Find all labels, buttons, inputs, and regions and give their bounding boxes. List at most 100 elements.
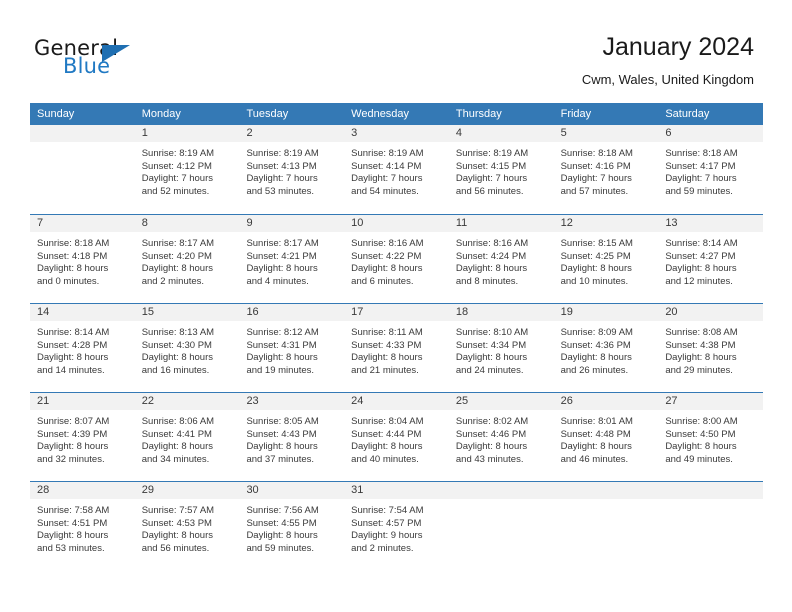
day-number: 27 [665, 395, 678, 407]
logo-text-blue: Blue [63, 54, 111, 78]
day-number-band: 20 [658, 304, 764, 322]
day-number: 9 [246, 217, 253, 229]
calendar-week-row: 7 Sunrise: 8:18 AM Sunset: 4:18 PM Daylight… [30, 214, 764, 303]
calendar-day-cell[interactable]: 4 Sunrise: 8:19 AM Sunset: 4:15 PM Daylight… [448, 125, 554, 214]
day-info-line: Sunset: 4:14 PM [351, 160, 422, 172]
calendar-day-cell[interactable]: 15 Sunrise: 8:13 AM Sunset: 4:30 PM Dayligh… [134, 304, 240, 392]
day-info-line: and 37 minutes. [246, 453, 315, 465]
calendar-day-cell[interactable]: 10 Sunrise: 8:16 AM Sunset: 4:22 PM Dayligh… [344, 215, 449, 303]
day-info-line: and 53 minutes. [37, 542, 105, 554]
day-info-line: and 49 minutes. [665, 453, 733, 465]
day-info-line: Sunset: 4:46 PM [455, 428, 527, 440]
day-sun-info: Sunrise: 8:17 AM Sunset: 4:20 PM Daylight:… [135, 233, 240, 288]
weekday-header-sunday: Sunday [37, 108, 75, 120]
calendar-day-cell[interactable]: 13 Sunrise: 8:14 AM Sunset: 4:27 PM Dayligh… [658, 215, 764, 303]
calendar-day-cell[interactable]: 27 Sunrise: 8:00 AM Sunset: 4:50 PM Dayligh… [658, 393, 764, 481]
day-number: 18 [455, 306, 469, 318]
calendar-page: General Blue January 2024 Cwm, Wales, Un… [0, 0, 792, 612]
day-number-band: 28 [30, 482, 135, 500]
day-info-line: Daylight: 7 hours [246, 173, 318, 185]
calendar-day-cell[interactable]: 6 Sunrise: 8:18 AM Sunset: 4:17 PM Daylight… [658, 125, 764, 214]
day-number-band: 9 [239, 215, 345, 233]
calendar-day-cell[interactable]: 1 Sunrise: 8:19 AM Sunset: 4:12 PM Daylight… [134, 125, 240, 214]
general-blue-logo[interactable]: General Blue [34, 36, 264, 86]
day-info-line: Sunset: 4:53 PM [141, 517, 212, 529]
day-info-line: Sunset: 4:22 PM [351, 250, 422, 262]
weekday-header-monday: Monday [141, 108, 181, 120]
day-info-line: Daylight: 7 hours [560, 173, 632, 185]
day-sun-info: Sunrise: 8:06 AM Sunset: 4:41 PM Daylight:… [135, 411, 240, 466]
calendar-day-cell[interactable]: 14 Sunrise: 8:14 AM Sunset: 4:28 PM Dayligh… [30, 304, 135, 392]
calendar-day-cell[interactable]: 7 Sunrise: 8:18 AM Sunset: 4:18 PM Daylight… [30, 215, 135, 303]
calendar-day-cell[interactable]: 2 Sunrise: 8:19 AM Sunset: 4:13 PM Daylight… [239, 125, 345, 214]
day-info-line: and 2 minutes. [141, 275, 205, 287]
calendar-week-row: 14 Sunrise: 8:14 AM Sunset: 4:28 PM Dayligh… [30, 303, 764, 392]
calendar-day-cell[interactable]: 16 Sunrise: 8:12 AM Sunset: 4:31 PM Dayligh… [239, 304, 345, 392]
calendar-day-cell[interactable]: 20 Sunrise: 8:08 AM Sunset: 4:38 PM Dayligh… [658, 304, 764, 392]
calendar-day-cell[interactable]: 9 Sunrise: 8:17 AM Sunset: 4:21 PM Daylight… [239, 215, 345, 303]
day-info-line: and 46 minutes. [560, 453, 629, 465]
calendar-day-cell[interactable]: 30 Sunrise: 7:56 AM Sunset: 4:55 PM Dayligh… [239, 482, 345, 570]
calendar-day-cell[interactable]: 28 Sunrise: 7:58 AM Sunset: 4:51 PM Dayligh… [30, 482, 135, 570]
day-number: 23 [246, 395, 259, 407]
calendar-day-cell[interactable]: 8 Sunrise: 8:17 AM Sunset: 4:20 PM Daylight… [134, 215, 240, 303]
day-info-line: Daylight: 8 hours [141, 263, 214, 275]
day-number-band: 10 [344, 215, 449, 233]
day-info-line: Sunset: 4:17 PM [665, 160, 736, 172]
calendar-day-cell[interactable]: 12 Sunrise: 8:15 AM Sunset: 4:25 PM Dayligh… [553, 215, 659, 303]
day-number: 31 [351, 484, 364, 496]
day-info-line: Sunrise: 8:05 AM [246, 416, 319, 427]
day-info-line: Sunrise: 7:56 AM [246, 505, 319, 516]
calendar-day-cell[interactable]: 23 Sunrise: 8:05 AM Sunset: 4:43 PM Dayligh… [239, 393, 345, 481]
calendar-day-cell[interactable]: 25 Sunrise: 8:02 AM Sunset: 4:46 PM Dayligh… [448, 393, 554, 481]
calendar-weeks: 1 Sunrise: 8:19 AM Sunset: 4:12 PM Daylight… [30, 125, 764, 570]
day-number: 14 [37, 306, 50, 318]
day-info-line: and 34 minutes. [141, 453, 210, 465]
day-number-band: 27 [658, 393, 764, 411]
day-number: 12 [560, 217, 573, 229]
day-sun-info: Sunrise: 8:10 AM Sunset: 4:34 PM Daylight:… [449, 322, 554, 377]
day-number-band: 21 [30, 393, 135, 411]
day-info-line: Daylight: 8 hours [665, 263, 737, 275]
day-info-line: Sunset: 4:36 PM [560, 339, 631, 351]
day-info-line: Daylight: 8 hours [37, 352, 109, 364]
day-number-band: 12 [553, 215, 659, 233]
calendar-day-cell[interactable]: 26 Sunrise: 8:01 AM Sunset: 4:48 PM Dayligh… [553, 393, 659, 481]
calendar-day-cell[interactable]: 19 Sunrise: 8:09 AM Sunset: 4:36 PM Dayligh… [553, 304, 659, 392]
day-info-line: and 59 minutes. [665, 185, 733, 197]
calendar-day-cell[interactable]: 24 Sunrise: 8:04 AM Sunset: 4:44 PM Dayligh… [344, 393, 449, 481]
day-number: 10 [351, 217, 364, 229]
day-info-line: Sunset: 4:57 PM [351, 517, 422, 529]
day-sun-info: Sunrise: 8:18 AM Sunset: 4:17 PM Daylight:… [658, 143, 763, 198]
day-info-line: Sunrise: 8:17 AM [246, 238, 319, 249]
calendar-day-cell[interactable]: 31 Sunrise: 7:54 AM Sunset: 4:57 PM Dayligh… [344, 482, 449, 570]
calendar-day-cell[interactable]: 22 Sunrise: 8:06 AM Sunset: 4:41 PM Dayligh… [134, 393, 240, 481]
calendar-day-cell[interactable]: 11 Sunrise: 8:16 AM Sunset: 4:24 PM Dayligh… [448, 215, 554, 303]
day-sun-info: Sunrise: 8:19 AM Sunset: 4:12 PM Daylight:… [135, 143, 240, 198]
day-info-line: Sunrise: 8:19 AM [455, 148, 529, 159]
calendar-day-cell[interactable]: 29 Sunrise: 7:57 AM Sunset: 4:53 PM Dayligh… [134, 482, 240, 570]
day-info-line: and 14 minutes. [37, 364, 105, 376]
day-info-line: Daylight: 8 hours [455, 352, 528, 364]
day-info-line: Sunset: 4:44 PM [351, 428, 422, 440]
day-number-band: 2 [239, 125, 345, 143]
day-sun-info: Sunrise: 8:19 AM Sunset: 4:14 PM Daylight:… [344, 143, 449, 198]
day-sun-info: Sunrise: 8:02 AM Sunset: 4:46 PM Daylight:… [449, 411, 554, 466]
day-info-line: Sunset: 4:28 PM [37, 339, 108, 351]
day-info-line: and 0 minutes. [37, 275, 100, 287]
calendar-day-cell-empty [448, 482, 554, 570]
calendar-day-cell[interactable]: 21 Sunrise: 8:07 AM Sunset: 4:39 PM Dayligh… [30, 393, 135, 481]
calendar-day-cell[interactable]: 18 Sunrise: 8:10 AM Sunset: 4:34 PM Dayligh… [448, 304, 554, 392]
calendar-day-cell[interactable]: 3 Sunrise: 8:19 AM Sunset: 4:14 PM Daylight… [344, 125, 449, 214]
calendar-day-cell[interactable]: 17 Sunrise: 8:11 AM Sunset: 4:33 PM Dayligh… [344, 304, 449, 392]
day-number: 3 [351, 127, 358, 139]
day-number-band: 14 [30, 304, 135, 322]
day-info-line: Sunset: 4:24 PM [455, 250, 527, 262]
day-info-line: Sunset: 4:16 PM [560, 160, 631, 172]
calendar-day-cell[interactable]: 5 Sunrise: 8:18 AM Sunset: 4:16 PM Daylight… [553, 125, 659, 214]
day-sun-info: Sunrise: 8:11 AM Sunset: 4:33 PM Daylight:… [344, 322, 449, 377]
day-info-line: and 16 minutes. [141, 364, 210, 376]
day-info-line: Sunset: 4:12 PM [141, 160, 212, 172]
day-info-line: and 26 minutes. [560, 364, 629, 376]
day-info-line: Sunset: 4:43 PM [246, 428, 317, 440]
